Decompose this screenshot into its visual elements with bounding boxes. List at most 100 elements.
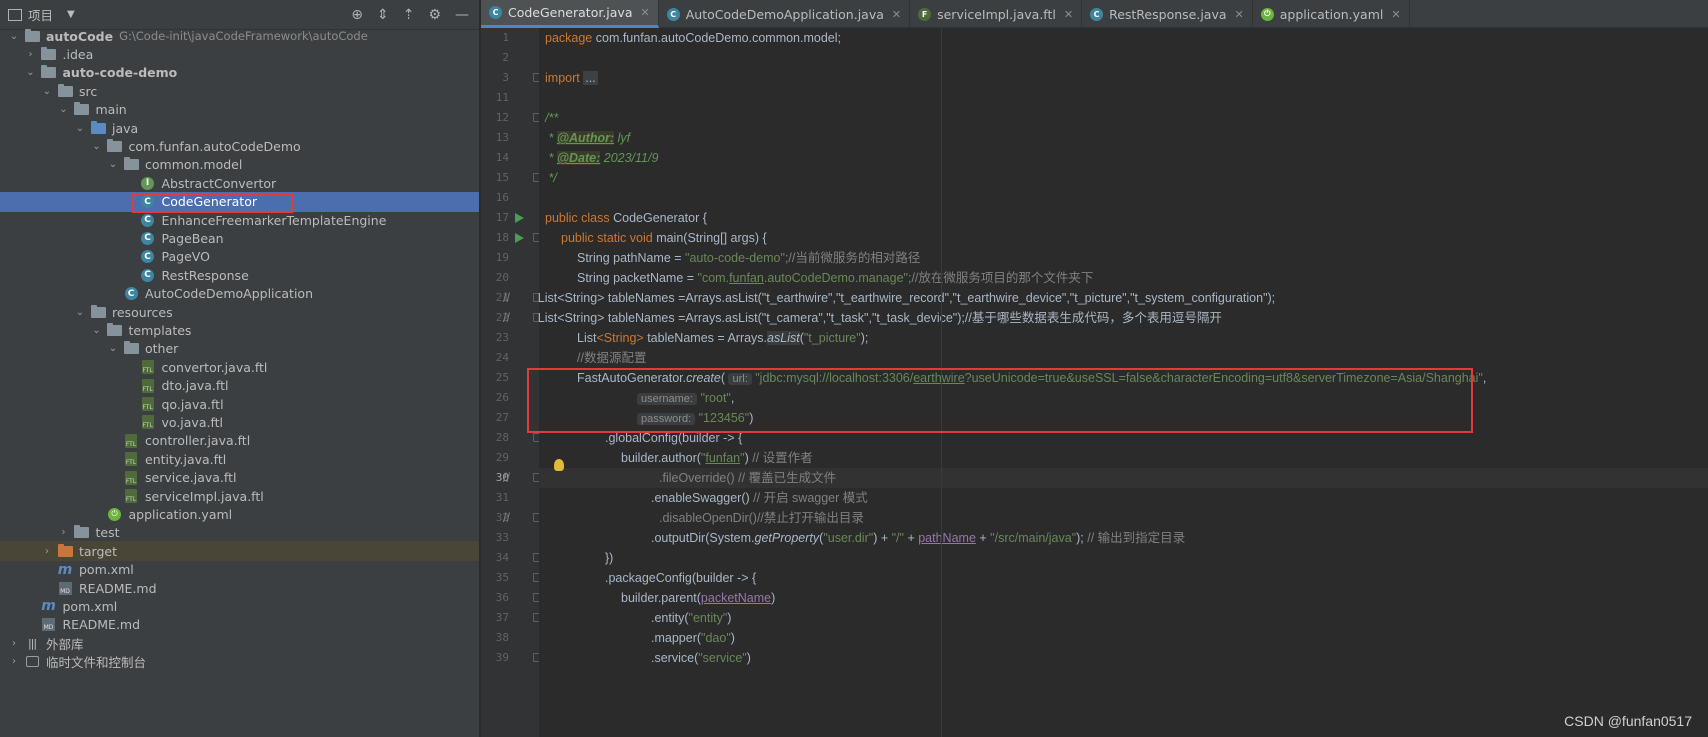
run-icon[interactable]: [515, 213, 524, 223]
code-line-33[interactable]: .outputDir(System.getProperty("user.dir"…: [651, 528, 1185, 548]
project-panel-title[interactable]: 项目: [28, 5, 53, 24]
tree-item[interactable]: ⌄ auto-code-demo: [0, 63, 479, 83]
tree-item[interactable]: MD README.md: [0, 578, 479, 598]
collapse-all-icon[interactable]: ⇡: [403, 7, 415, 23]
code-line-38[interactable]: .mapper("dao"): [651, 628, 735, 648]
close-icon[interactable]: ✕: [1064, 8, 1073, 21]
code-line-22[interactable]: // List<String> tableNames =Arrays.asLis…: [503, 308, 1222, 328]
tree-item-label: AbstractConvertor: [161, 175, 277, 191]
code-line-31[interactable]: .enableSwagger() // 开启 swagger 模式: [651, 488, 868, 508]
code-line-37[interactable]: .entity("entity"): [651, 608, 731, 628]
tree-item[interactable]: FTL vo.java.ftl: [0, 412, 479, 432]
tree-item[interactable]: C PageVO: [0, 247, 479, 267]
close-icon[interactable]: ✕: [641, 6, 650, 19]
code-line-14[interactable]: * @Date: 2023/11/9: [545, 148, 658, 168]
editor-tab[interactable]: C AutoCodeDemoApplication.java ✕: [659, 0, 911, 28]
locate-icon[interactable]: ⊕: [351, 7, 363, 23]
code-line-30[interactable]: //.fileOverride() // 覆盖已生成文件: [503, 468, 1708, 488]
expand-all-icon[interactable]: ⇕: [377, 7, 389, 23]
tree-item[interactable]: ⌄ autoCode G:\Code-init\javaCodeFramework\…: [0, 26, 479, 46]
code-line-36[interactable]: builder.parent(packetName): [621, 588, 775, 608]
lightbulb-icon[interactable]: [554, 459, 564, 471]
chevron-down-icon[interactable]: ⌄: [74, 307, 86, 318]
code-line-19[interactable]: String pathName = "auto-code-demo";//当前微…: [577, 248, 920, 268]
chevron-down-icon[interactable]: ⌄: [107, 343, 119, 354]
tree-item[interactable]: MD README.md: [0, 615, 479, 635]
code-line-1[interactable]: package com.funfan.autoCodeDemo.common.m…: [545, 28, 841, 48]
tree-item[interactable]: FTL qo.java.ftl: [0, 394, 479, 414]
chevron-down-icon[interactable]: ⌄: [74, 123, 86, 134]
tree-item[interactable]: › target: [0, 541, 479, 562]
code-line-39[interactable]: .service("service"): [651, 648, 751, 668]
chevron-right-icon[interactable]: ›: [25, 49, 37, 60]
code-line-34[interactable]: }): [605, 548, 613, 568]
code-line-17[interactable]: public class CodeGenerator {: [545, 208, 707, 228]
chevron-right-icon[interactable]: ›: [8, 638, 20, 649]
code-line-15[interactable]: */: [545, 168, 556, 188]
gear-icon[interactable]: ⚙: [428, 7, 441, 23]
tree-item[interactable]: › .idea: [0, 44, 479, 64]
chevron-down-icon[interactable]: ⌄: [25, 67, 37, 78]
folded-imports[interactable]: ...: [583, 71, 598, 85]
chevron-down-icon[interactable]: ⌄: [58, 104, 70, 115]
code-line-13[interactable]: * @Author: lyf: [545, 128, 630, 148]
chevron-right-icon[interactable]: ›: [8, 656, 20, 667]
close-icon[interactable]: ✕: [1391, 8, 1400, 21]
line-number: 28: [495, 431, 509, 444]
tree-item-label: 临时文件和控制台: [46, 655, 147, 671]
class-icon: C: [1090, 7, 1104, 21]
chevron-down-icon[interactable]: ⌄: [91, 141, 103, 152]
chevron-down-icon[interactable]: ⌄: [107, 159, 119, 170]
tree-item[interactable]: ⌄ other: [0, 339, 479, 359]
tree-item[interactable]: m pom.xml: [0, 596, 479, 616]
tree-item[interactable]: C EnhanceFreemarkerTemplateEngine: [0, 210, 479, 230]
close-icon[interactable]: ✕: [892, 8, 901, 21]
code-line-20[interactable]: String packetName = "com.funfan.autoCode…: [577, 268, 1093, 288]
tree-item[interactable]: C PageBean: [0, 228, 479, 248]
editor-tab[interactable]: C RestResponse.java ✕: [1082, 0, 1253, 28]
tree-item[interactable]: › test: [0, 523, 479, 543]
code-line-3[interactable]: import ...: [545, 68, 598, 88]
tree-item[interactable]: FTL convertor.java.ftl: [0, 357, 479, 377]
chevron-down-icon[interactable]: ⌄: [91, 325, 103, 336]
tree-item[interactable]: ⌄ src: [0, 81, 479, 101]
tree-item[interactable]: ⌄ com.funfan.autoCodeDemo: [0, 136, 479, 156]
chevron-right-icon[interactable]: ›: [58, 527, 70, 538]
tree-item[interactable]: FTL service.java.ftl: [0, 468, 479, 488]
run-icon[interactable]: [515, 233, 524, 243]
tree-item[interactable]: › ||| 外部库: [0, 633, 479, 653]
code-line-24[interactable]: //数据源配置: [577, 348, 646, 368]
editor-tab[interactable]: FserviceImpl.java.ftl ✕: [910, 0, 1083, 28]
editor-tab[interactable]: ⏻ application.yaml ✕: [1253, 0, 1410, 28]
tree-item[interactable]: ⌄ templates: [0, 320, 479, 340]
tree-item[interactable]: ⌄ common.model: [0, 155, 479, 175]
tree-item[interactable]: FTL dto.java.ftl: [0, 376, 479, 396]
tree-item[interactable]: ⌄ java: [0, 118, 479, 138]
code-line-12[interactable]: /**: [545, 108, 558, 128]
code-line-21[interactable]: // List<String> tableNames =Arrays.asLis…: [503, 288, 1275, 308]
chevron-down-icon[interactable]: ⌄: [8, 31, 20, 42]
code-line-23[interactable]: List<String> tableNames = Arrays.asList(…: [577, 328, 868, 348]
code-line-35[interactable]: .packageConfig(builder -> {: [605, 568, 756, 588]
tree-item[interactable]: C AutoCodeDemoApplication: [0, 284, 479, 304]
tree-item[interactable]: I AbstractConvertor: [0, 173, 479, 193]
tree-item[interactable]: FTL serviceImpl.java.ftl: [0, 486, 479, 506]
code-line-29[interactable]: builder.author("funfan") // 设置作者: [621, 448, 813, 468]
tree-item[interactable]: › 临时文件和控制台: [0, 652, 479, 672]
tree-item[interactable]: C RestResponse: [0, 265, 479, 285]
chevron-down-icon[interactable]: ⌄: [41, 86, 53, 97]
maven-file-icon: m: [41, 598, 56, 615]
tree-item[interactable]: FTL controller.java.ftl: [0, 431, 479, 451]
tree-item[interactable]: FTL entity.java.ftl: [0, 449, 479, 469]
tree-item[interactable]: ⌄ resources: [0, 302, 479, 322]
chevron-right-icon[interactable]: ›: [41, 546, 53, 557]
tree-item[interactable]: m pom.xml: [0, 560, 479, 580]
tree-item[interactable]: ⌄ main: [0, 100, 479, 120]
minimize-icon[interactable]: —: [455, 7, 469, 23]
editor-tab[interactable]: C CodeGenerator.java ✕: [481, 0, 659, 28]
tree-item[interactable]: ⏻ application.yaml: [0, 504, 479, 524]
code-line-32[interactable]: //.disableOpenDir()//禁止打开输出目录: [503, 508, 864, 528]
code-line-18[interactable]: public static void main(String[] args) {: [561, 228, 767, 248]
close-icon[interactable]: ✕: [1235, 8, 1244, 21]
chevron-down-icon[interactable]: ▼: [67, 9, 75, 20]
